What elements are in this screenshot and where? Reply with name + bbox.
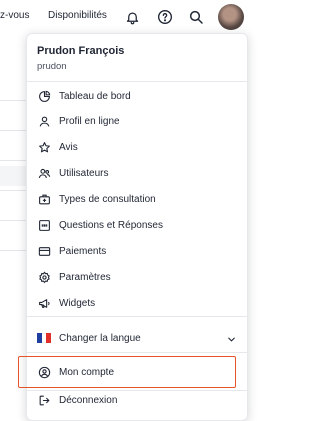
user-icon — [37, 114, 51, 128]
menu-item-my-account[interactable]: Mon compte — [27, 362, 247, 382]
help-icon[interactable] — [155, 7, 175, 27]
user-login: prudon — [37, 61, 67, 72]
nav-link-availability[interactable]: Disponibilités — [48, 10, 107, 21]
users-icon — [37, 166, 51, 180]
menu-item-consultation-types[interactable]: Types de consultation — [27, 189, 247, 209]
menu-item-widgets[interactable]: Widgets — [27, 293, 247, 313]
menu-item-change-language[interactable]: Changer la langue — [27, 328, 247, 348]
nav-link-appointments[interactable]: z-vous — [0, 10, 29, 21]
menu-item-settings[interactable]: Paramètres — [27, 267, 247, 287]
background-table-lines — [0, 100, 28, 280]
menu-item-online-profile[interactable]: Profil en ligne — [27, 111, 247, 131]
bell-icon[interactable] — [122, 7, 142, 27]
menu-item-users[interactable]: Utilisateurs — [27, 163, 247, 183]
user-name: Prudon François — [37, 45, 125, 57]
user-header: Prudon François prudon — [27, 34, 247, 82]
chevron-down-icon — [226, 332, 237, 350]
user-circle-icon — [37, 365, 51, 379]
menu-item-logout[interactable]: Déconnexion — [27, 390, 247, 410]
search-icon[interactable] — [186, 7, 206, 27]
france-flag-icon — [37, 331, 52, 345]
quote-icon — [37, 218, 51, 232]
credit-card-icon — [37, 244, 51, 258]
pie-chart-icon — [37, 89, 51, 103]
medical-case-icon — [37, 192, 51, 206]
menu-divider — [27, 316, 247, 317]
star-icon — [37, 140, 51, 154]
gear-icon — [37, 270, 51, 284]
menu-item-payments[interactable]: Paiements — [27, 241, 247, 261]
avatar[interactable] — [218, 4, 244, 30]
account-dropdown-menu: Prudon François prudon Tableau de bord P… — [18, 33, 248, 421]
top-bar: z-vous Disponibilités — [0, 0, 250, 34]
menu-divider — [27, 352, 247, 353]
logout-icon — [37, 393, 51, 407]
menu-item-dashboard[interactable]: Tableau de bord — [27, 86, 247, 106]
menu-item-questions-answers[interactable]: Questions et Réponses — [27, 215, 247, 235]
megaphone-icon — [37, 296, 51, 310]
menu-item-reviews[interactable]: Avis — [27, 137, 247, 157]
